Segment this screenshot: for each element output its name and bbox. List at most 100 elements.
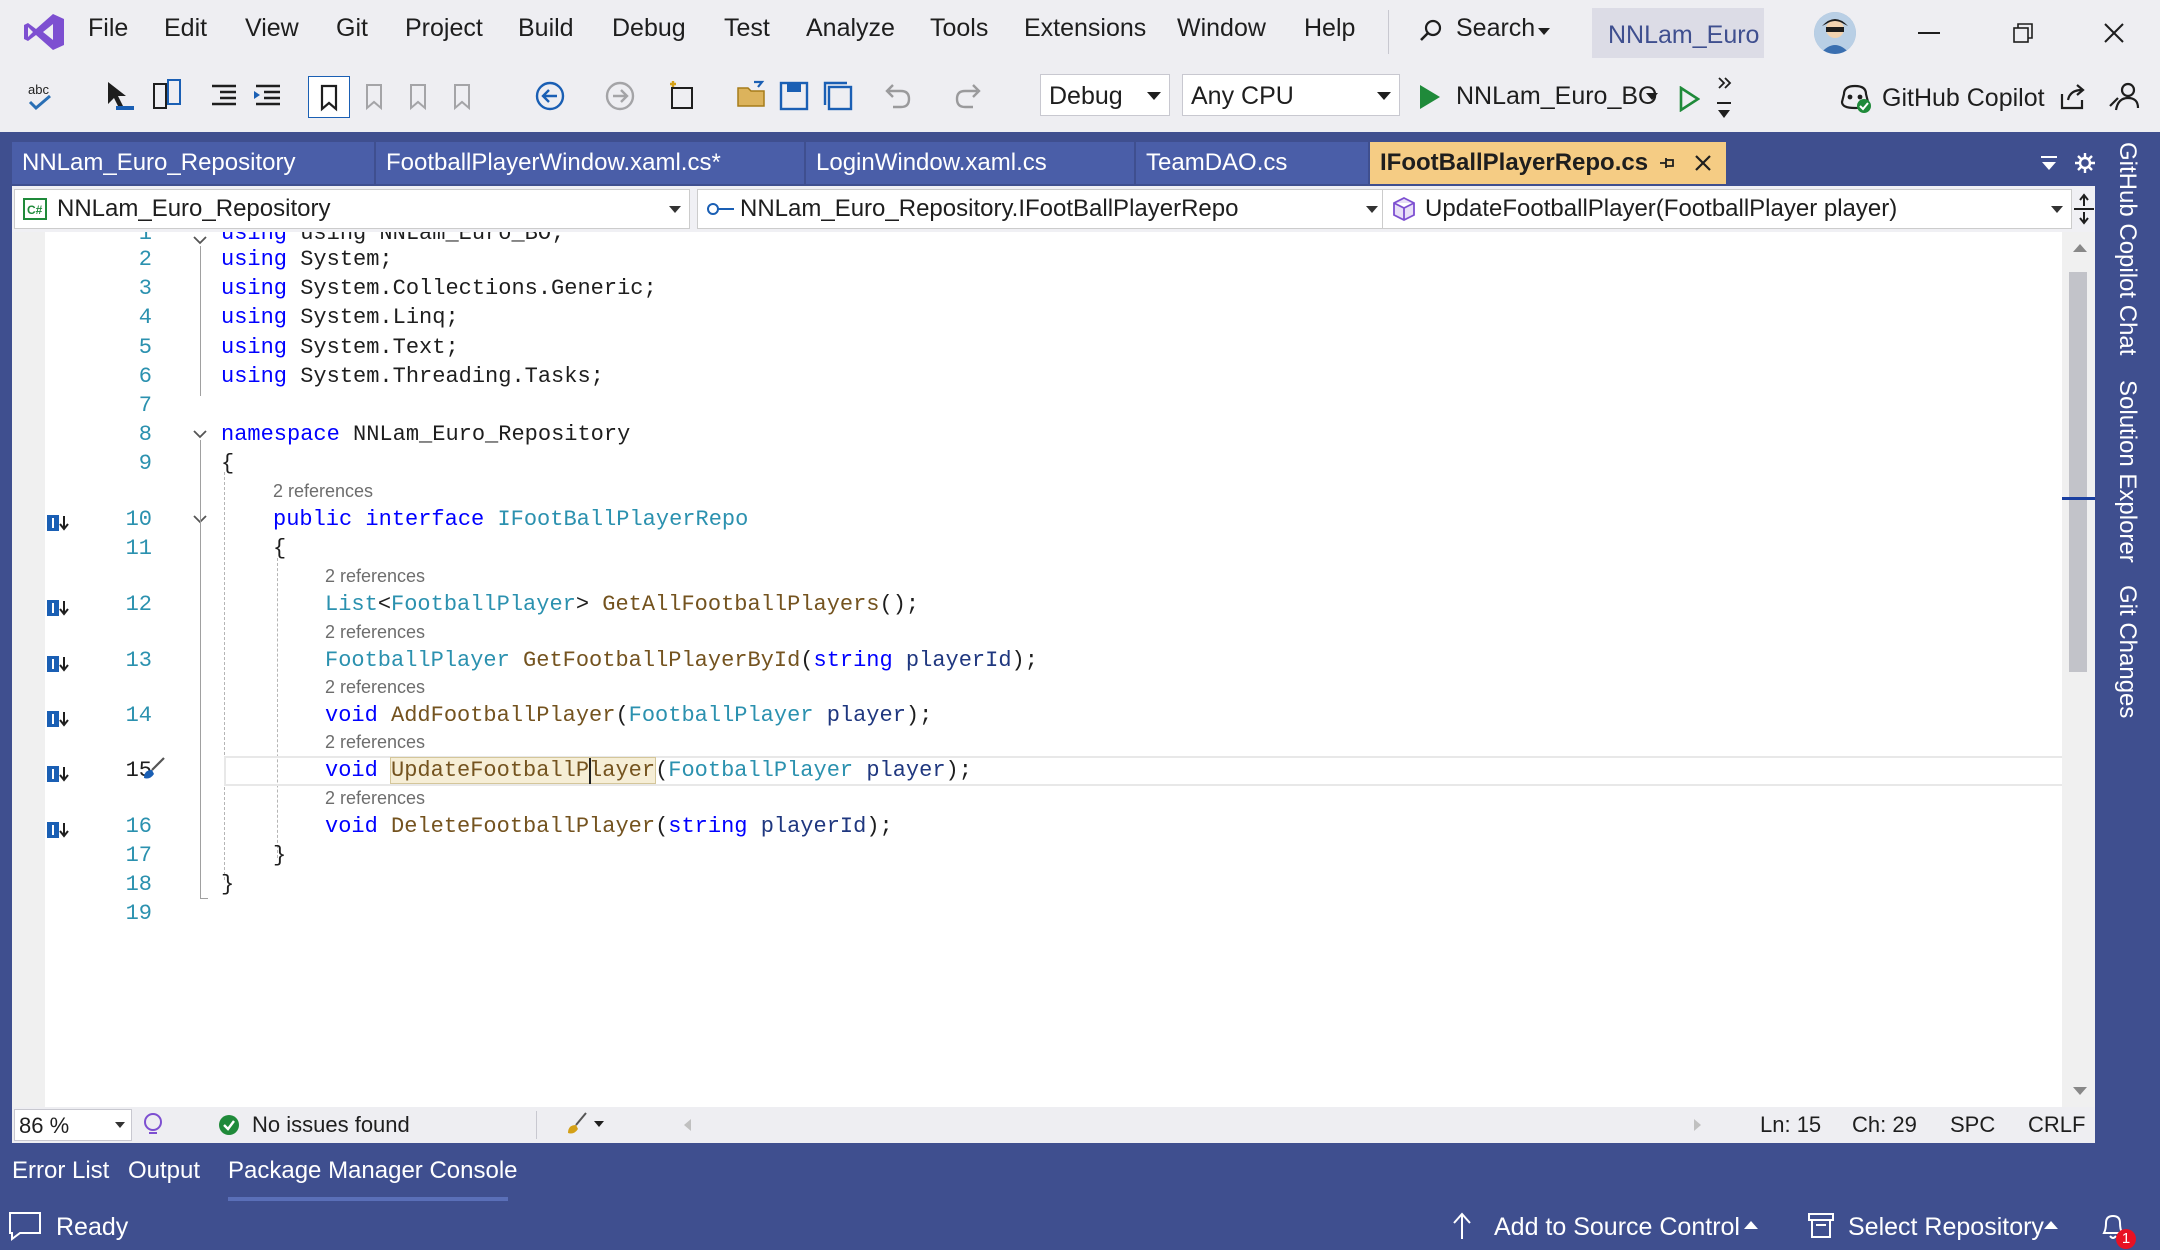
pin-icon[interactable] bbox=[1658, 154, 1676, 172]
menu-debug[interactable]: Debug bbox=[612, 14, 686, 43]
git-changes-tab[interactable]: Git Changes bbox=[2113, 585, 2141, 718]
outdent-icon[interactable] bbox=[204, 76, 244, 116]
line-ending-indicator[interactable]: CRLF bbox=[2028, 1112, 2085, 1138]
tab-list-dropdown-icon[interactable] bbox=[2040, 154, 2058, 172]
line-number: 6 bbox=[138, 364, 152, 389]
feedback-icon[interactable] bbox=[2108, 80, 2140, 112]
menu-project[interactable]: Project bbox=[405, 14, 483, 43]
start-without-debugging-icon[interactable] bbox=[1678, 86, 1700, 112]
copy-structure-icon[interactable] bbox=[146, 76, 186, 116]
minimize-icon[interactable] bbox=[1918, 32, 1940, 34]
tab-error-list[interactable]: Error List bbox=[12, 1157, 109, 1185]
implemented-by-icon[interactable] bbox=[46, 765, 72, 783]
avatar[interactable] bbox=[1814, 12, 1856, 54]
solution-explorer-tab[interactable]: Solution Explorer bbox=[2113, 380, 2141, 563]
navigate-back-icon[interactable] bbox=[530, 76, 570, 116]
menu-help[interactable]: Help bbox=[1304, 14, 1355, 43]
project-navigation-select[interactable]: C# NNLam_Euro_Repository bbox=[14, 189, 690, 229]
menu-analyze[interactable]: Analyze bbox=[806, 14, 895, 43]
menu-view[interactable]: View bbox=[245, 14, 299, 43]
code-editor[interactable]: 1 2 3 4 5 6 7 8 9 10 11 12 13 14 15 16 1… bbox=[12, 232, 2062, 1107]
menu-build[interactable]: Build bbox=[518, 14, 574, 43]
implemented-by-icon[interactable] bbox=[46, 821, 72, 839]
intellicode-icon[interactable] bbox=[140, 1111, 166, 1137]
navigate-forward-icon bbox=[600, 76, 640, 116]
restore-icon[interactable] bbox=[2012, 22, 2034, 44]
issues-status[interactable]: No issues found bbox=[252, 1112, 410, 1138]
tab-package-manager-console[interactable]: Package Manager Console bbox=[228, 1157, 518, 1185]
zoom-select[interactable]: 86 % bbox=[14, 1109, 132, 1141]
outline-line bbox=[200, 246, 201, 396]
scroll-left-icon[interactable] bbox=[684, 1119, 691, 1131]
codelens-references[interactable]: 2 references bbox=[325, 622, 425, 643]
close-window-icon[interactable] bbox=[2103, 22, 2125, 44]
indent-guide bbox=[277, 558, 278, 858]
codelens-references[interactable]: 2 references bbox=[325, 788, 425, 809]
csharp-project-icon: C# bbox=[23, 198, 47, 220]
line-indicator[interactable]: Ln: 15 bbox=[1760, 1112, 1821, 1138]
scroll-up-icon[interactable] bbox=[2073, 244, 2087, 252]
configuration-select[interactable]: Debug bbox=[1040, 74, 1170, 116]
github-copilot-chat-tab[interactable]: GitHub Copilot Chat bbox=[2113, 142, 2141, 355]
scroll-down-icon[interactable] bbox=[2073, 1087, 2087, 1095]
save-icon[interactable] bbox=[774, 76, 814, 116]
implemented-by-icon[interactable] bbox=[46, 599, 72, 617]
quick-actions-brush-icon[interactable] bbox=[140, 756, 166, 782]
output-window-icon[interactable] bbox=[8, 1211, 42, 1241]
close-tab-icon[interactable] bbox=[1694, 154, 1712, 172]
tab-output[interactable]: Output bbox=[128, 1157, 200, 1185]
solution-name-badge[interactable]: NNLam_Euro bbox=[1592, 8, 1764, 58]
implemented-by-icon[interactable] bbox=[46, 514, 72, 532]
settings-gear-icon[interactable] bbox=[2074, 152, 2096, 174]
menu-test[interactable]: Test bbox=[724, 14, 770, 43]
line-number: 14 bbox=[125, 703, 152, 728]
codelens-references[interactable]: 2 references bbox=[325, 677, 425, 698]
add-to-source-control-button[interactable]: Add to Source Control bbox=[1494, 1213, 1740, 1242]
line-number: 1 bbox=[138, 232, 152, 246]
toolbar-overflow-icon[interactable] bbox=[1714, 74, 1734, 124]
type-navigation-select[interactable]: NNLam_Euro_Repository.IFootBallPlayerRep… bbox=[697, 189, 1387, 229]
codelens-references[interactable]: 2 references bbox=[325, 732, 425, 753]
menu-edit[interactable]: Edit bbox=[164, 14, 207, 43]
select-element-icon[interactable] bbox=[100, 76, 140, 116]
menu-tools[interactable]: Tools bbox=[930, 14, 988, 43]
share-icon[interactable] bbox=[2058, 82, 2088, 112]
scroll-right-icon[interactable] bbox=[1694, 1119, 1701, 1131]
member-navigation-select[interactable]: UpdateFootballPlayer(FootballPlayer play… bbox=[1382, 189, 2072, 229]
codelens-references[interactable]: 2 references bbox=[325, 566, 425, 587]
code-cleanup-brush-icon[interactable] bbox=[566, 1111, 606, 1137]
save-all-icon[interactable] bbox=[818, 76, 858, 116]
menu-window[interactable]: Window bbox=[1177, 14, 1266, 43]
tab-ifootballplayerrepo[interactable]: IFootBallPlayerRepo.cs bbox=[1370, 142, 1726, 184]
code-line-13: FootballPlayer GetFootballPlayerById(str… bbox=[325, 648, 1038, 673]
start-debugging-button[interactable]: NNLam_Euro_BO bbox=[1416, 76, 1666, 118]
tab-footballplayerwindow[interactable]: FootballPlayerWindow.xaml.cs* bbox=[376, 142, 804, 184]
menu-git[interactable]: Git bbox=[336, 14, 368, 43]
platform-select[interactable]: Any CPU bbox=[1182, 74, 1400, 116]
menu-extensions[interactable]: Extensions bbox=[1024, 14, 1146, 43]
bookmark-icon[interactable] bbox=[308, 76, 350, 118]
spell-check-icon[interactable]: abc bbox=[20, 76, 60, 116]
codelens-references[interactable]: 2 references bbox=[273, 481, 373, 502]
tab-loginwindow[interactable]: LoginWindow.xaml.cs bbox=[806, 142, 1134, 184]
new-project-icon[interactable] bbox=[662, 76, 702, 116]
vertical-scrollbar[interactable] bbox=[2062, 232, 2095, 1107]
scroll-thumb[interactable] bbox=[2069, 272, 2087, 672]
github-copilot-button[interactable]: GitHub Copilot bbox=[1836, 74, 2046, 118]
open-folder-icon[interactable] bbox=[732, 76, 772, 116]
select-repository-button[interactable]: Select Repository bbox=[1848, 1213, 2044, 1242]
prev-bookmark-icon bbox=[354, 76, 394, 116]
search-box[interactable]: Search bbox=[1418, 12, 1558, 52]
indent-icon[interactable] bbox=[248, 76, 288, 116]
menu-file[interactable]: File bbox=[88, 14, 128, 43]
implemented-by-icon[interactable] bbox=[46, 655, 72, 673]
tab-teamdao[interactable]: TeamDAO.cs bbox=[1136, 142, 1368, 184]
column-indicator[interactable]: Ch: 29 bbox=[1852, 1112, 1917, 1138]
split-window-icon[interactable] bbox=[2072, 192, 2096, 226]
tab-nnlam-euro-repository[interactable]: NNLam_Euro_Repository bbox=[12, 142, 374, 184]
tab-label: TeamDAO.cs bbox=[1146, 149, 1288, 176]
implemented-by-icon[interactable] bbox=[46, 710, 72, 728]
undo-icon bbox=[876, 76, 916, 116]
whitespace-indicator[interactable]: SPC bbox=[1950, 1112, 1995, 1138]
chevron-down-icon bbox=[2051, 206, 2063, 213]
